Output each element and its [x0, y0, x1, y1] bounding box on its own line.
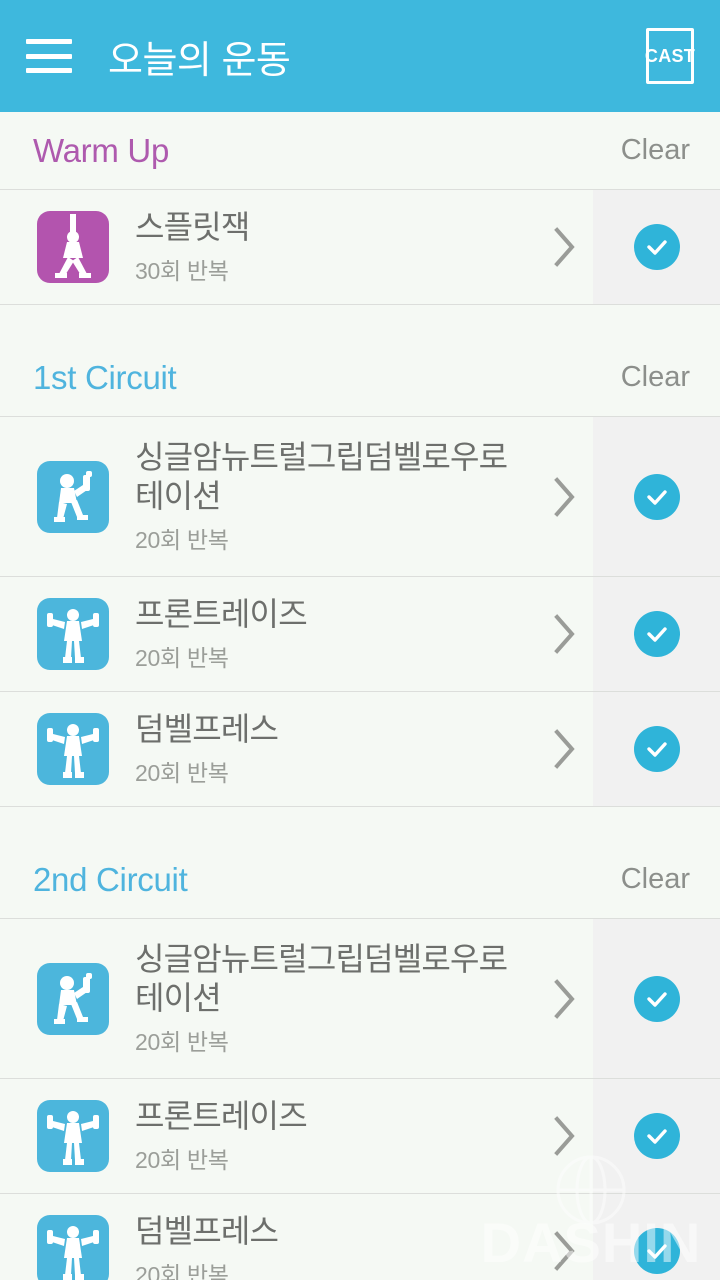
workout-screen: 오늘의 운동 CAST Warm Up Clear 스플릿잭 30회 반복 1st Ci…: [0, 0, 720, 1280]
exercise-reps: 20회 반복: [135, 1029, 229, 1056]
cast-button[interactable]: CAST: [644, 28, 696, 84]
check-circle-icon: [633, 1228, 680, 1274]
page-title: 오늘의 운동: [108, 39, 291, 82]
app-bar: 오늘의 운동 CAST: [0, 0, 720, 112]
exercise-reps: 20회 반복: [135, 527, 229, 554]
exercise-row[interactable]: 프론트레이즈 20회 반복: [0, 1079, 720, 1194]
exercise-text: 싱글암뉴트럴그립덤벨로우로테이션 20회 반복: [135, 940, 537, 1057]
exercise-row[interactable]: 덤벨프레스 20회 반복: [0, 692, 720, 807]
exercise-text: 덤벨프레스 20회 반복: [135, 1212, 537, 1280]
exercise-text: 덤벨프레스 20회 반복: [135, 710, 537, 788]
split-jack-icon: [37, 211, 109, 283]
chevron-right-icon[interactable]: [537, 1114, 593, 1158]
exercise-name: 덤벨프레스: [135, 1212, 279, 1249]
check-circle-icon: [633, 975, 680, 1022]
clear-button[interactable]: Clear: [621, 361, 690, 394]
exercise-reps: 20회 반복: [135, 645, 229, 672]
chevron-right-icon[interactable]: [537, 727, 593, 771]
section-header-second-circuit: 2nd Circuit Clear: [0, 841, 720, 919]
exercise-text: 싱글암뉴트럴그립덤벨로우로테이션 20회 반복: [135, 438, 537, 555]
exercise-reps: 20회 반복: [135, 760, 229, 787]
section-gap: [0, 807, 720, 841]
exercise-text: 프론트레이즈 20회 반복: [135, 1097, 537, 1175]
hamburger-line: [26, 53, 72, 59]
front-raise-icon: [37, 598, 109, 670]
exercise-name: 덤벨프레스: [135, 710, 279, 747]
exercise-name: 프론트레이즈: [135, 1097, 308, 1134]
exercise-name: 스플릿잭: [135, 208, 250, 245]
complete-toggle[interactable]: [593, 577, 720, 691]
check-circle-icon: [633, 473, 680, 520]
check-circle-icon: [633, 1113, 680, 1159]
complete-toggle[interactable]: [593, 919, 720, 1078]
exercise-reps: 20회 반복: [135, 1262, 229, 1280]
exercise-row[interactable]: 덤벨프레스 20회 반복: [0, 1194, 720, 1280]
cast-button-label: CAST: [644, 45, 696, 66]
chevron-right-icon[interactable]: [537, 1229, 593, 1273]
check-circle-icon: [633, 611, 680, 657]
section-title: 1st Circuit: [33, 358, 177, 396]
exercise-row[interactable]: 싱글암뉴트럴그립덤벨로우로테이션 20회 반복: [0, 919, 720, 1079]
dumbbell-row-icon: [37, 962, 109, 1035]
section-title: Warm Up: [33, 131, 170, 169]
section-header-warm-up: Warm Up Clear: [0, 112, 720, 190]
exercise-row[interactable]: 프론트레이즈 20회 반복: [0, 577, 720, 692]
complete-toggle[interactable]: [593, 1079, 720, 1193]
hamburger-menu-icon[interactable]: [26, 39, 72, 73]
complete-toggle[interactable]: [593, 417, 720, 576]
chevron-right-icon[interactable]: [537, 225, 593, 269]
exercise-name: 싱글암뉴트럴그립덤벨로우로테이션: [135, 438, 508, 514]
dumbbell-press-icon: [37, 1215, 109, 1280]
section-gap: [0, 305, 720, 339]
exercise-reps: 20회 반복: [135, 1147, 229, 1174]
exercise-reps: 30회 반복: [135, 258, 229, 285]
exercise-row[interactable]: 스플릿잭 30회 반복: [0, 190, 720, 305]
dumbbell-row-icon: [37, 460, 109, 533]
chevron-right-icon[interactable]: [537, 977, 593, 1021]
exercise-name: 프론트레이즈: [135, 595, 308, 632]
hamburger-line: [26, 68, 72, 73]
check-circle-icon: [633, 224, 680, 270]
dumbbell-press-icon: [37, 713, 109, 785]
chevron-right-icon[interactable]: [537, 475, 593, 519]
front-raise-icon: [37, 1100, 109, 1172]
clear-button[interactable]: Clear: [621, 863, 690, 896]
chevron-right-icon[interactable]: [537, 612, 593, 656]
complete-toggle[interactable]: [593, 692, 720, 806]
complete-toggle[interactable]: [593, 1194, 720, 1280]
check-circle-icon: [633, 726, 680, 772]
section-header-first-circuit: 1st Circuit Clear: [0, 339, 720, 417]
exercise-row[interactable]: 싱글암뉴트럴그립덤벨로우로테이션 20회 반복: [0, 417, 720, 577]
exercise-name: 싱글암뉴트럴그립덤벨로우로테이션: [135, 940, 508, 1016]
complete-toggle[interactable]: [593, 190, 720, 304]
exercise-text: 프론트레이즈 20회 반복: [135, 595, 537, 673]
section-title: 2nd Circuit: [33, 860, 188, 898]
workout-list[interactable]: Warm Up Clear 스플릿잭 30회 반복 1st Circuit Clear 싱글…: [0, 112, 720, 1280]
exercise-text: 스플릿잭 30회 반복: [135, 208, 537, 286]
hamburger-line: [26, 39, 72, 44]
clear-button[interactable]: Clear: [621, 134, 690, 167]
